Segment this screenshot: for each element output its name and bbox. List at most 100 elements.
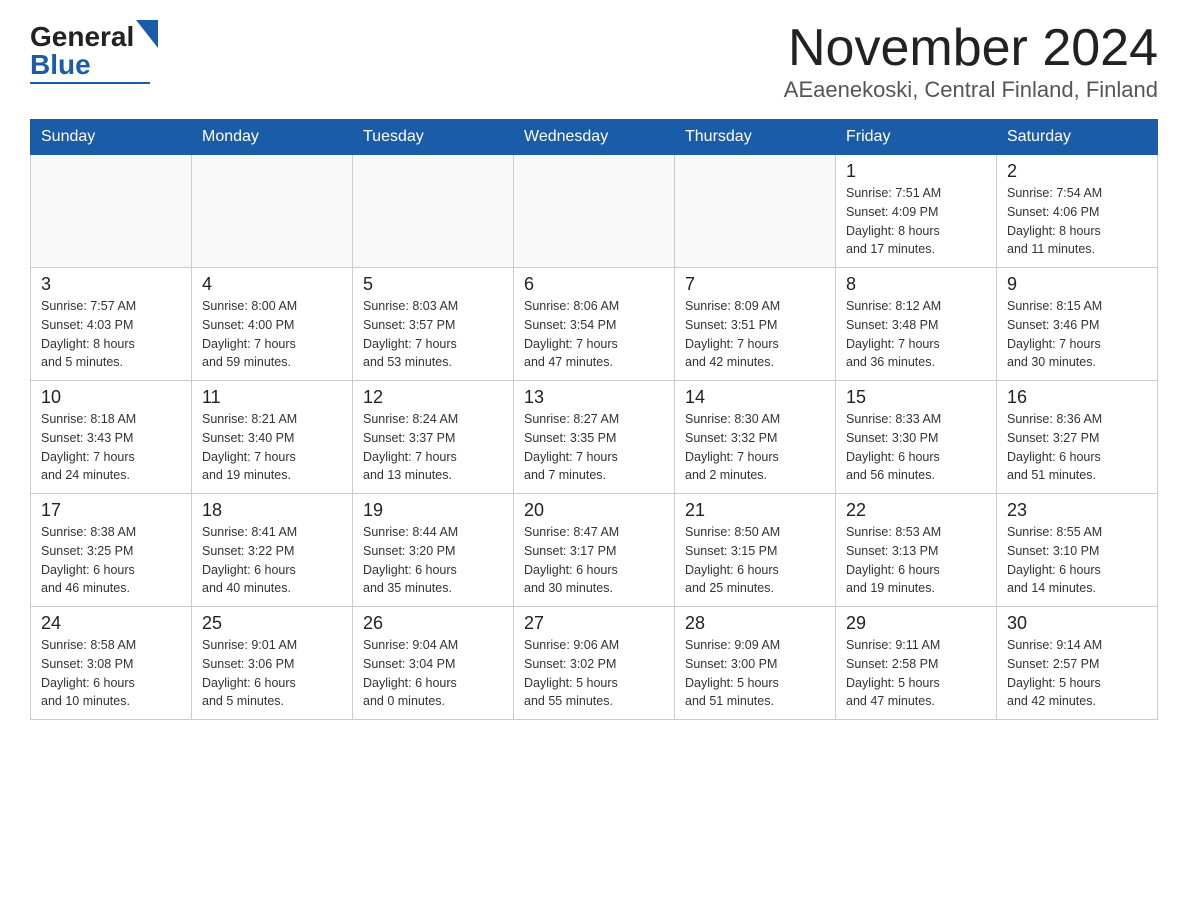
calendar-cell: 18Sunrise: 8:41 AM Sunset: 3:22 PM Dayli… (192, 494, 353, 607)
calendar-cell (192, 155, 353, 268)
calendar-cell: 21Sunrise: 8:50 AM Sunset: 3:15 PM Dayli… (675, 494, 836, 607)
calendar-cell: 17Sunrise: 8:38 AM Sunset: 3:25 PM Dayli… (31, 494, 192, 607)
calendar-cell: 22Sunrise: 8:53 AM Sunset: 3:13 PM Dayli… (836, 494, 997, 607)
day-info: Sunrise: 8:50 AM Sunset: 3:15 PM Dayligh… (685, 523, 825, 598)
day-info: Sunrise: 9:11 AM Sunset: 2:58 PM Dayligh… (846, 636, 986, 711)
calendar-header-row: SundayMondayTuesdayWednesdayThursdayFrid… (31, 120, 1158, 155)
calendar-day-header: Wednesday (514, 120, 675, 155)
day-info: Sunrise: 9:04 AM Sunset: 3:04 PM Dayligh… (363, 636, 503, 711)
day-number: 10 (41, 387, 181, 408)
calendar-day-header: Tuesday (353, 120, 514, 155)
day-number: 22 (846, 500, 986, 521)
day-number: 7 (685, 274, 825, 295)
day-number: 21 (685, 500, 825, 521)
calendar-cell (675, 155, 836, 268)
calendar-cell: 9Sunrise: 8:15 AM Sunset: 3:46 PM Daylig… (997, 268, 1158, 381)
calendar-week-row: 10Sunrise: 8:18 AM Sunset: 3:43 PM Dayli… (31, 381, 1158, 494)
calendar-cell: 29Sunrise: 9:11 AM Sunset: 2:58 PM Dayli… (836, 607, 997, 720)
calendar-cell (514, 155, 675, 268)
day-number: 13 (524, 387, 664, 408)
calendar-cell: 24Sunrise: 8:58 AM Sunset: 3:08 PM Dayli… (31, 607, 192, 720)
day-info: Sunrise: 8:55 AM Sunset: 3:10 PM Dayligh… (1007, 523, 1147, 598)
day-info: Sunrise: 8:47 AM Sunset: 3:17 PM Dayligh… (524, 523, 664, 598)
logo-underline (30, 82, 150, 84)
day-info: Sunrise: 7:54 AM Sunset: 4:06 PM Dayligh… (1007, 184, 1147, 259)
day-number: 1 (846, 161, 986, 182)
calendar-cell: 7Sunrise: 8:09 AM Sunset: 3:51 PM Daylig… (675, 268, 836, 381)
calendar-cell: 1Sunrise: 7:51 AM Sunset: 4:09 PM Daylig… (836, 155, 997, 268)
day-info: Sunrise: 8:30 AM Sunset: 3:32 PM Dayligh… (685, 410, 825, 485)
day-number: 30 (1007, 613, 1147, 634)
calendar-table: SundayMondayTuesdayWednesdayThursdayFrid… (30, 119, 1158, 720)
day-number: 24 (41, 613, 181, 634)
day-number: 6 (524, 274, 664, 295)
day-number: 15 (846, 387, 986, 408)
calendar-day-header: Monday (192, 120, 353, 155)
calendar-cell: 14Sunrise: 8:30 AM Sunset: 3:32 PM Dayli… (675, 381, 836, 494)
day-info: Sunrise: 8:06 AM Sunset: 3:54 PM Dayligh… (524, 297, 664, 372)
day-number: 18 (202, 500, 342, 521)
calendar-cell: 4Sunrise: 8:00 AM Sunset: 4:00 PM Daylig… (192, 268, 353, 381)
calendar-cell: 20Sunrise: 8:47 AM Sunset: 3:17 PM Dayli… (514, 494, 675, 607)
day-number: 4 (202, 274, 342, 295)
calendar-cell: 11Sunrise: 8:21 AM Sunset: 3:40 PM Dayli… (192, 381, 353, 494)
day-number: 17 (41, 500, 181, 521)
day-info: Sunrise: 8:21 AM Sunset: 3:40 PM Dayligh… (202, 410, 342, 485)
calendar-week-row: 17Sunrise: 8:38 AM Sunset: 3:25 PM Dayli… (31, 494, 1158, 607)
calendar-cell: 23Sunrise: 8:55 AM Sunset: 3:10 PM Dayli… (997, 494, 1158, 607)
day-number: 29 (846, 613, 986, 634)
calendar-cell: 19Sunrise: 8:44 AM Sunset: 3:20 PM Dayli… (353, 494, 514, 607)
day-info: Sunrise: 7:57 AM Sunset: 4:03 PM Dayligh… (41, 297, 181, 372)
calendar-cell: 27Sunrise: 9:06 AM Sunset: 3:02 PM Dayli… (514, 607, 675, 720)
day-number: 9 (1007, 274, 1147, 295)
day-number: 11 (202, 387, 342, 408)
day-number: 3 (41, 274, 181, 295)
day-info: Sunrise: 8:12 AM Sunset: 3:48 PM Dayligh… (846, 297, 986, 372)
calendar-cell (353, 155, 514, 268)
day-number: 16 (1007, 387, 1147, 408)
day-number: 26 (363, 613, 503, 634)
calendar-cell: 5Sunrise: 8:03 AM Sunset: 3:57 PM Daylig… (353, 268, 514, 381)
day-info: Sunrise: 9:06 AM Sunset: 3:02 PM Dayligh… (524, 636, 664, 711)
day-info: Sunrise: 9:09 AM Sunset: 3:00 PM Dayligh… (685, 636, 825, 711)
day-info: Sunrise: 8:27 AM Sunset: 3:35 PM Dayligh… (524, 410, 664, 485)
day-number: 28 (685, 613, 825, 634)
calendar-cell: 16Sunrise: 8:36 AM Sunset: 3:27 PM Dayli… (997, 381, 1158, 494)
day-info: Sunrise: 8:53 AM Sunset: 3:13 PM Dayligh… (846, 523, 986, 598)
day-info: Sunrise: 8:03 AM Sunset: 3:57 PM Dayligh… (363, 297, 503, 372)
calendar-cell: 13Sunrise: 8:27 AM Sunset: 3:35 PM Dayli… (514, 381, 675, 494)
page-title: November 2024 (784, 20, 1158, 77)
calendar-cell: 15Sunrise: 8:33 AM Sunset: 3:30 PM Dayli… (836, 381, 997, 494)
title-block: November 2024 AEaenekoski, Central Finla… (784, 20, 1158, 103)
calendar-cell: 26Sunrise: 9:04 AM Sunset: 3:04 PM Dayli… (353, 607, 514, 720)
calendar-cell (31, 155, 192, 268)
calendar-day-header: Friday (836, 120, 997, 155)
day-number: 2 (1007, 161, 1147, 182)
calendar-cell: 30Sunrise: 9:14 AM Sunset: 2:57 PM Dayli… (997, 607, 1158, 720)
calendar-week-row: 3Sunrise: 7:57 AM Sunset: 4:03 PM Daylig… (31, 268, 1158, 381)
day-info: Sunrise: 8:00 AM Sunset: 4:00 PM Dayligh… (202, 297, 342, 372)
calendar-cell: 8Sunrise: 8:12 AM Sunset: 3:48 PM Daylig… (836, 268, 997, 381)
day-number: 8 (846, 274, 986, 295)
calendar-week-row: 1Sunrise: 7:51 AM Sunset: 4:09 PM Daylig… (31, 155, 1158, 268)
day-number: 14 (685, 387, 825, 408)
day-info: Sunrise: 8:58 AM Sunset: 3:08 PM Dayligh… (41, 636, 181, 711)
day-info: Sunrise: 8:18 AM Sunset: 3:43 PM Dayligh… (41, 410, 181, 485)
day-number: 19 (363, 500, 503, 521)
calendar-day-header: Saturday (997, 120, 1158, 155)
day-info: Sunrise: 8:41 AM Sunset: 3:22 PM Dayligh… (202, 523, 342, 598)
day-number: 20 (524, 500, 664, 521)
page-header: General Blue November 2024 AEaenekoski, … (30, 20, 1158, 103)
calendar-cell: 25Sunrise: 9:01 AM Sunset: 3:06 PM Dayli… (192, 607, 353, 720)
day-info: Sunrise: 8:44 AM Sunset: 3:20 PM Dayligh… (363, 523, 503, 598)
calendar-cell: 12Sunrise: 8:24 AM Sunset: 3:37 PM Dayli… (353, 381, 514, 494)
day-number: 5 (363, 274, 503, 295)
calendar-day-header: Sunday (31, 120, 192, 155)
day-info: Sunrise: 8:33 AM Sunset: 3:30 PM Dayligh… (846, 410, 986, 485)
logo: General Blue (30, 20, 158, 84)
day-info: Sunrise: 8:24 AM Sunset: 3:37 PM Dayligh… (363, 410, 503, 485)
day-number: 12 (363, 387, 503, 408)
calendar-week-row: 24Sunrise: 8:58 AM Sunset: 3:08 PM Dayli… (31, 607, 1158, 720)
day-number: 23 (1007, 500, 1147, 521)
calendar-cell: 2Sunrise: 7:54 AM Sunset: 4:06 PM Daylig… (997, 155, 1158, 268)
